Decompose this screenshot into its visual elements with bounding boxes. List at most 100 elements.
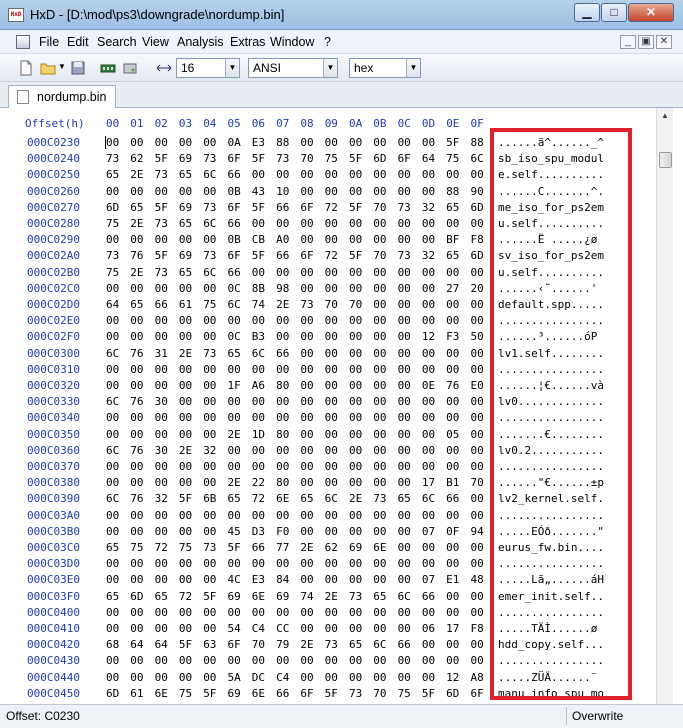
hex-byte[interactable]: 00 bbox=[276, 395, 300, 408]
ram-editor-icon[interactable] bbox=[100, 60, 116, 76]
hex-byte[interactable]: 70 bbox=[373, 201, 397, 214]
hex-byte[interactable]: 00 bbox=[227, 509, 251, 522]
bytes-per-row-select[interactable]: 16 ▼ bbox=[176, 58, 240, 78]
hex-byte[interactable]: 5F bbox=[349, 249, 373, 262]
hex-byte[interactable]: A6 bbox=[252, 379, 276, 392]
hex-byte[interactable]: 00 bbox=[349, 168, 373, 181]
hex-byte[interactable]: 62 bbox=[130, 152, 154, 165]
hex-byte[interactable]: 30 bbox=[155, 444, 179, 457]
hex-byte[interactable]: 6F bbox=[300, 249, 324, 262]
hex-byte[interactable]: 2E bbox=[179, 347, 203, 360]
hex-byte[interactable]: 00 bbox=[179, 606, 203, 619]
hex-byte[interactable]: 00 bbox=[252, 395, 276, 408]
hex-byte[interactable]: 00 bbox=[446, 509, 470, 522]
hex-byte[interactable]: C4 bbox=[276, 671, 300, 684]
hex-byte[interactable]: 00 bbox=[130, 654, 154, 667]
hex-byte[interactable]: 10 bbox=[276, 185, 300, 198]
hex-byte[interactable]: 00 bbox=[106, 233, 130, 246]
hex-byte[interactable]: 65 bbox=[446, 249, 470, 262]
hex-byte[interactable]: 5F bbox=[227, 541, 251, 554]
hex-byte[interactable]: 0F bbox=[446, 525, 470, 538]
hex-byte[interactable]: 66 bbox=[227, 266, 251, 279]
hex-byte[interactable]: 00 bbox=[252, 444, 276, 457]
hex-byte[interactable]: 07 bbox=[422, 573, 446, 586]
hex-byte[interactable]: 00 bbox=[373, 411, 397, 424]
hex-byte[interactable]: 00 bbox=[325, 347, 349, 360]
hex-byte[interactable]: 5F bbox=[203, 687, 227, 700]
hex-byte[interactable]: 6E bbox=[373, 541, 397, 554]
hex-byte[interactable]: 00 bbox=[155, 573, 179, 586]
hex-byte[interactable]: 00 bbox=[155, 411, 179, 424]
hex-byte[interactable]: 00 bbox=[373, 347, 397, 360]
hex-byte[interactable]: 00 bbox=[398, 347, 422, 360]
hex-byte[interactable]: 00 bbox=[227, 654, 251, 667]
hex-byte[interactable]: 00 bbox=[300, 395, 324, 408]
hex-byte[interactable]: 00 bbox=[106, 330, 130, 343]
hex-byte[interactable]: 00 bbox=[227, 557, 251, 570]
hex-byte[interactable]: 00 bbox=[422, 314, 446, 327]
hex-byte[interactable]: 00 bbox=[422, 168, 446, 181]
hex-byte[interactable]: 00 bbox=[398, 557, 422, 570]
hex-byte[interactable]: 69 bbox=[349, 541, 373, 554]
hex-bytes-row[interactable]: 68 64 64 5F 63 6F 70 79 2E 73 65 6C 66 00 00 00 bbox=[106, 638, 495, 651]
hex-byte[interactable]: 75 bbox=[179, 541, 203, 554]
hex-byte[interactable]: 00 bbox=[203, 363, 227, 376]
hex-byte[interactable]: 6C bbox=[106, 492, 130, 505]
hex-byte[interactable]: 00 bbox=[106, 282, 130, 295]
chevron-down-icon[interactable]: ▼ bbox=[225, 59, 239, 77]
hex-byte[interactable]: 00 bbox=[179, 428, 203, 441]
hex-byte[interactable]: 00 bbox=[325, 282, 349, 295]
child-minimize-button[interactable]: _ bbox=[620, 35, 636, 49]
hex-byte[interactable]: 69 bbox=[276, 590, 300, 603]
hex-byte[interactable]: 00 bbox=[203, 233, 227, 246]
hex-byte[interactable]: 00 bbox=[300, 671, 324, 684]
hex-byte[interactable]: 00 bbox=[398, 525, 422, 538]
hex-byte[interactable]: 00 bbox=[325, 314, 349, 327]
hex-byte[interactable]: 00 bbox=[422, 428, 446, 441]
hex-byte[interactable]: 00 bbox=[155, 379, 179, 392]
hex-byte[interactable]: 00 bbox=[398, 573, 422, 586]
hex-byte[interactable]: 75 bbox=[203, 298, 227, 311]
hex-editor[interactable]: Offset(h) 00 01 02 03 04 05 06 07 08 09 0A 0B 0C 0D 0E… bbox=[0, 108, 683, 704]
hex-byte[interactable]: 72 bbox=[155, 541, 179, 554]
hex-byte[interactable]: 00 bbox=[325, 460, 349, 473]
hex-byte[interactable]: 00 bbox=[325, 557, 349, 570]
hex-byte[interactable]: 00 bbox=[130, 460, 154, 473]
hex-byte[interactable]: 00 bbox=[422, 185, 446, 198]
hex-byte[interactable]: 0C bbox=[227, 282, 251, 295]
hex-byte[interactable]: 00 bbox=[373, 509, 397, 522]
hex-byte[interactable]: 00 bbox=[155, 330, 179, 343]
hex-byte[interactable]: 00 bbox=[130, 573, 154, 586]
hex-byte[interactable]: 00 bbox=[203, 622, 227, 635]
hex-byte[interactable]: 76 bbox=[130, 395, 154, 408]
maximize-button[interactable]: □ bbox=[601, 3, 627, 22]
hex-byte[interactable]: 00 bbox=[203, 395, 227, 408]
hex-byte[interactable]: 00 bbox=[300, 606, 324, 619]
hex-byte[interactable]: 66 bbox=[398, 638, 422, 651]
hex-byte[interactable]: 00 bbox=[373, 379, 397, 392]
hex-byte[interactable]: 00 bbox=[130, 411, 154, 424]
hex-byte[interactable]: 00 bbox=[227, 606, 251, 619]
hex-byte[interactable]: 00 bbox=[373, 573, 397, 586]
hex-byte[interactable]: 00 bbox=[300, 266, 324, 279]
hex-byte[interactable]: 69 bbox=[227, 590, 251, 603]
hex-byte[interactable]: 00 bbox=[373, 185, 397, 198]
hex-byte[interactable]: 00 bbox=[398, 509, 422, 522]
hex-byte[interactable]: 65 bbox=[227, 492, 251, 505]
hex-byte[interactable]: 00 bbox=[276, 314, 300, 327]
hex-byte[interactable]: 00 bbox=[349, 525, 373, 538]
hex-byte[interactable]: 00 bbox=[203, 573, 227, 586]
hex-bytes-row[interactable]: 00 00 00 00 00 1F A6 80 00 00 00 00 00 0E 76 E0 bbox=[106, 379, 495, 392]
hex-byte[interactable]: 00 bbox=[373, 266, 397, 279]
hex-byte[interactable]: 00 bbox=[349, 444, 373, 457]
hex-byte[interactable]: 65 bbox=[179, 217, 203, 230]
hex-byte[interactable]: 6C bbox=[203, 168, 227, 181]
hex-byte[interactable]: 00 bbox=[398, 379, 422, 392]
hex-byte[interactable]: 75 bbox=[446, 152, 470, 165]
hex-byte[interactable]: 00 bbox=[349, 671, 373, 684]
hex-byte[interactable]: 75 bbox=[130, 541, 154, 554]
hex-byte[interactable]: 00 bbox=[300, 168, 324, 181]
hex-byte[interactable]: 2E bbox=[130, 266, 154, 279]
hex-byte[interactable]: 00 bbox=[373, 233, 397, 246]
hex-byte[interactable]: 00 bbox=[252, 363, 276, 376]
